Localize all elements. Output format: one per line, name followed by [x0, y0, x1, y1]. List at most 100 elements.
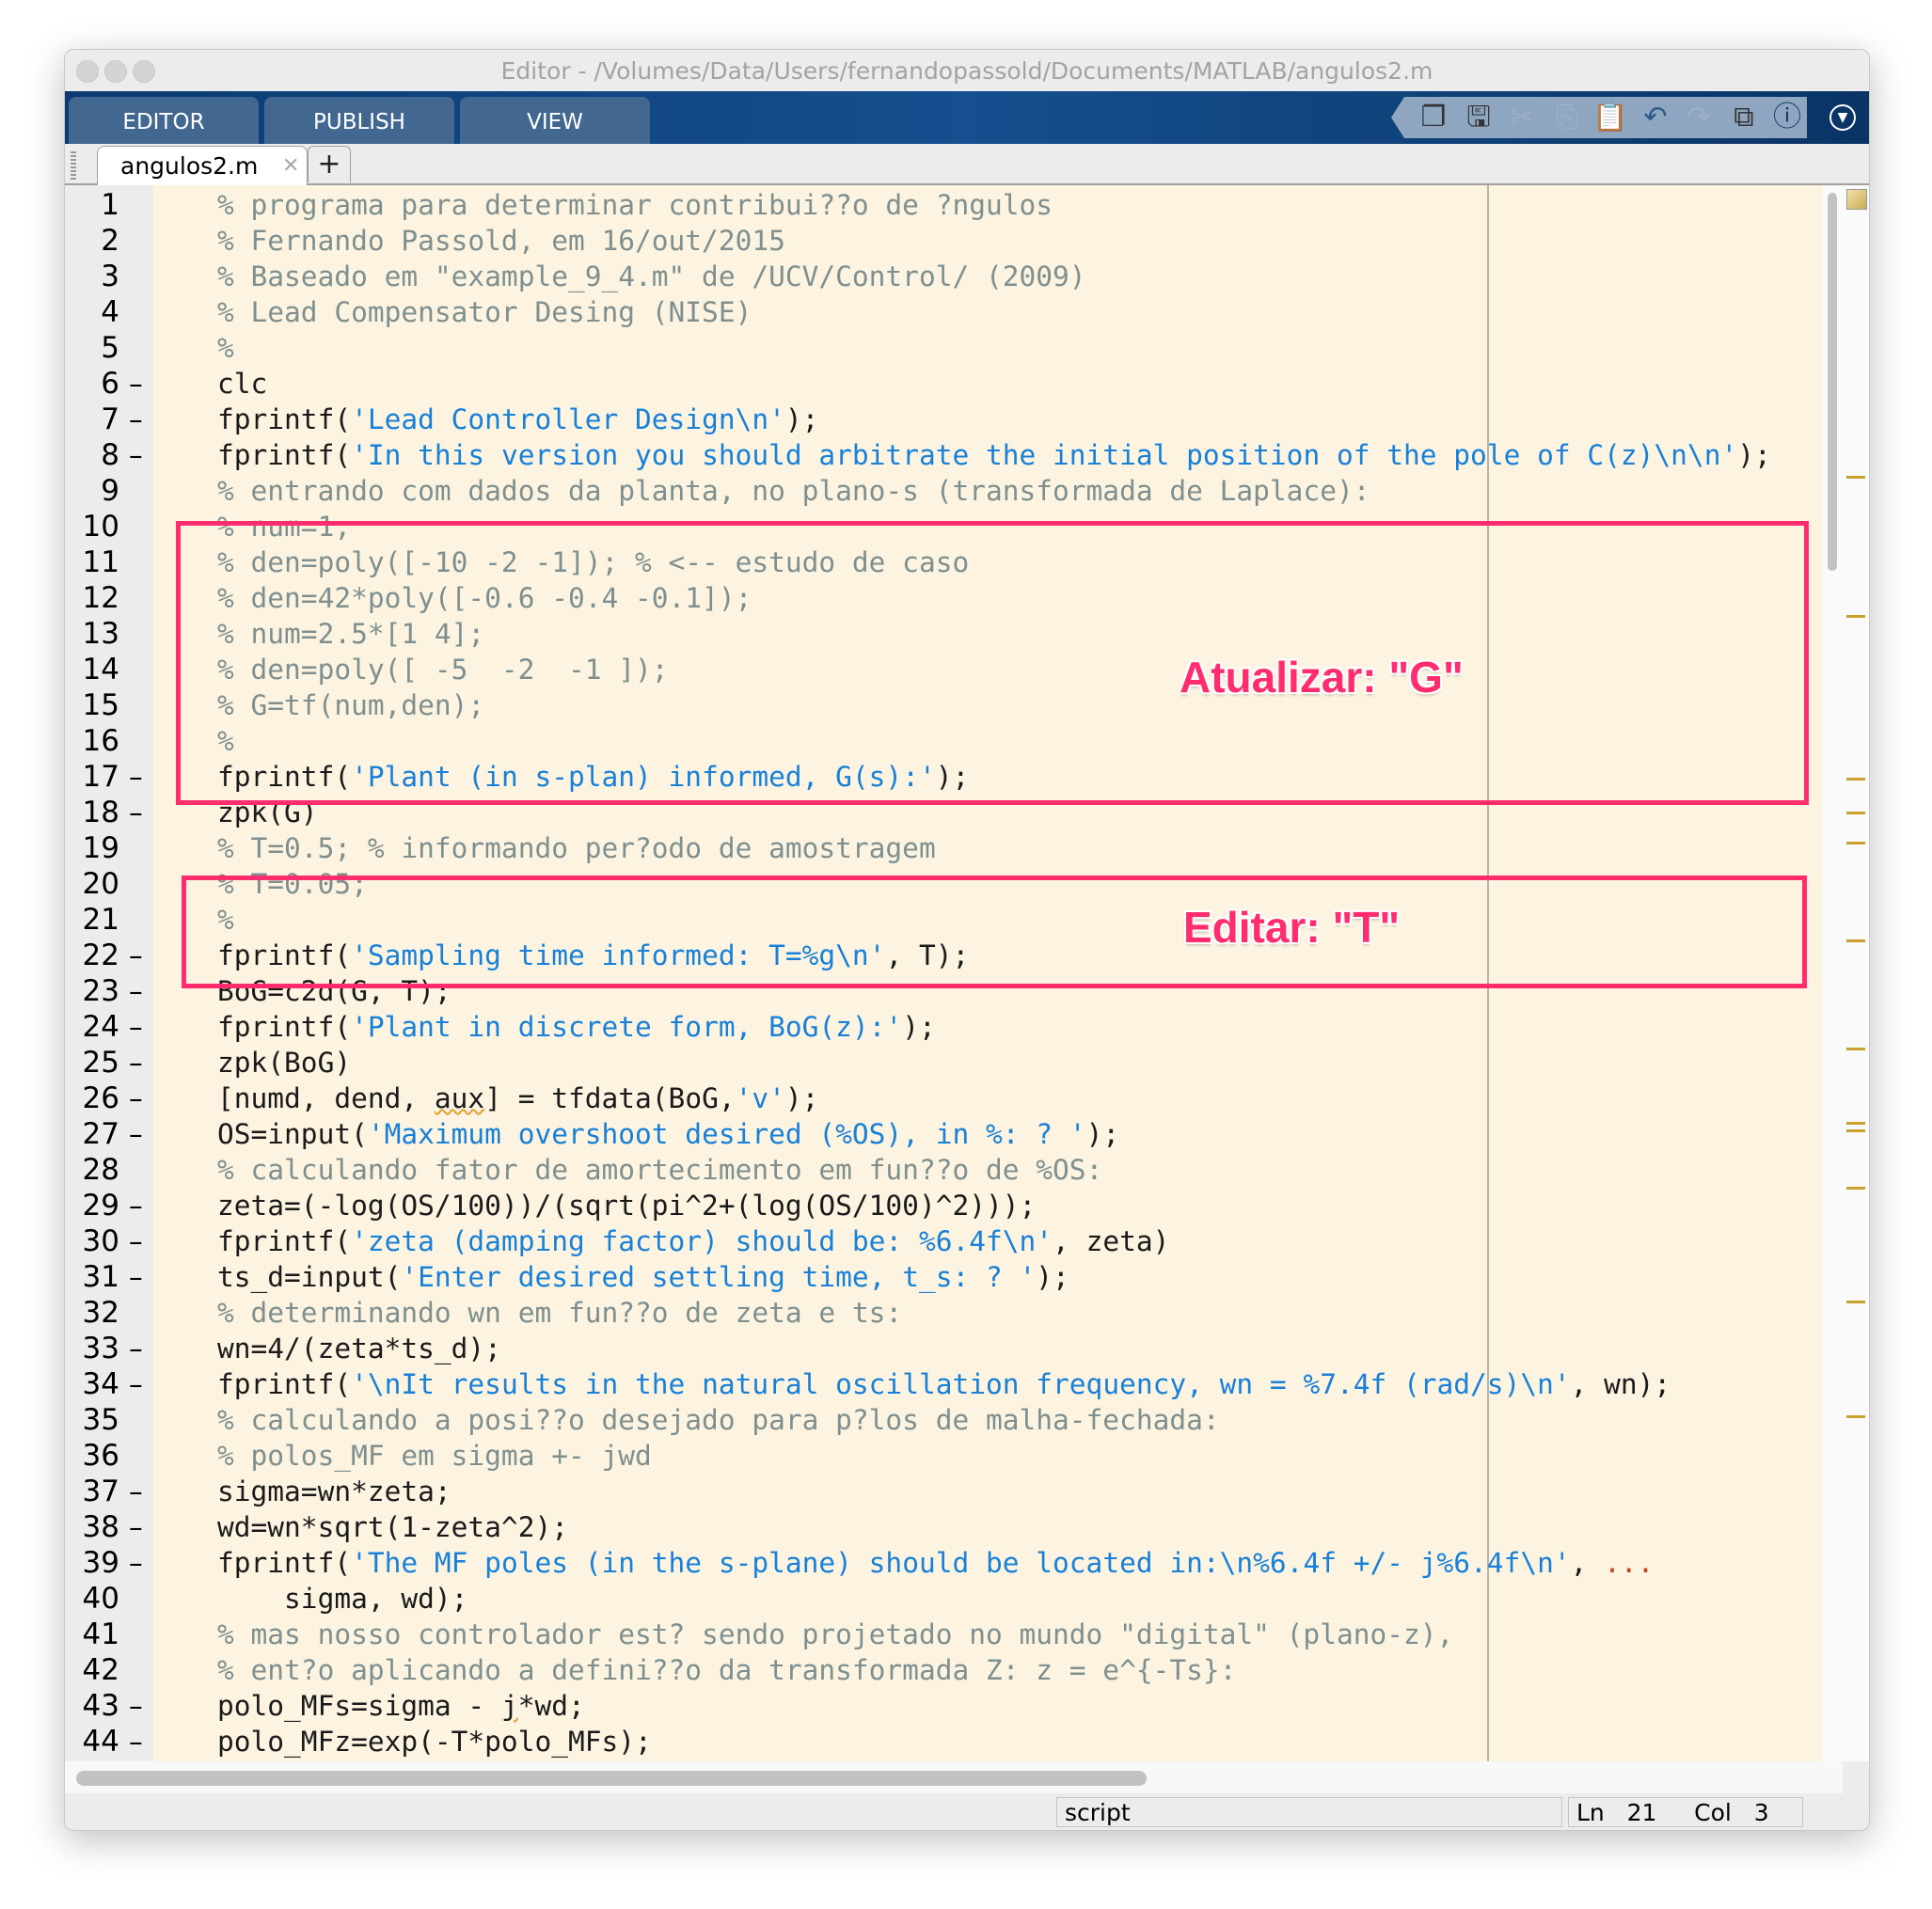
code-line[interactable]: 44– polo_MFz=exp(-T*polo_MFs); — [65, 1724, 1822, 1759]
code-line[interactable]: 9 % entrando com dados da planta, no plan… — [65, 473, 1822, 509]
breakpoint-dash[interactable]: – — [129, 795, 143, 830]
breakpoint-dash[interactable]: – — [129, 1081, 143, 1116]
help-icon[interactable]: ⓘ — [1769, 101, 1805, 134]
line-number[interactable]: 25 — [65, 1045, 119, 1081]
line-number[interactable]: 23 — [65, 973, 119, 1009]
line-number[interactable]: 16 — [65, 723, 119, 759]
code-line[interactable]: 27– OS=input('Maximum overshoot desired (… — [65, 1116, 1822, 1152]
line-number[interactable]: 41 — [65, 1617, 119, 1652]
code-line[interactable]: 40 sigma, wd); — [65, 1581, 1822, 1617]
breakpoint-dash[interactable]: – — [129, 402, 143, 437]
line-number[interactable]: 6 — [65, 366, 119, 402]
code-line[interactable]: 34– fprintf('\nIt results in the natural … — [65, 1366, 1822, 1402]
code-line[interactable]: 6– clc — [65, 366, 1822, 402]
save-icon[interactable]: 🖫 — [1461, 101, 1497, 134]
code-line[interactable]: 33– wn=4/(zeta*ts_d); — [65, 1331, 1822, 1366]
breakpoint-dash[interactable]: – — [129, 1331, 143, 1366]
warning-marker[interactable] — [1846, 1415, 1865, 1418]
line-number[interactable]: 4 — [65, 294, 119, 330]
warning-marker[interactable] — [1846, 939, 1865, 942]
line-number[interactable]: 27 — [65, 1116, 119, 1152]
line-number[interactable]: 28 — [65, 1152, 119, 1188]
code-line[interactable]: 19 % T=0.5; % informando per?odo de amost… — [65, 830, 1822, 866]
file-tab-angulos2[interactable]: angulos2.m ✕ — [97, 146, 308, 186]
warning-marker[interactable] — [1846, 778, 1865, 781]
breakpoint-dash[interactable]: – — [129, 1009, 143, 1045]
warning-marker[interactable] — [1846, 476, 1865, 479]
line-number[interactable]: 35 — [65, 1402, 119, 1438]
horizontal-scrollbar[interactable] — [65, 1761, 1843, 1793]
code-line[interactable]: 2 % Fernando Passold, em 16/out/2015 — [65, 223, 1822, 259]
code-line[interactable]: 37– sigma=wn*zeta; — [65, 1474, 1822, 1509]
line-number[interactable]: 30 — [65, 1223, 119, 1259]
code-line[interactable]: 1 % programa para determinar contribui??o… — [65, 187, 1822, 223]
line-number[interactable]: 7 — [65, 402, 119, 437]
drag-grip-icon[interactable] — [71, 151, 76, 180]
line-number[interactable]: 13 — [65, 616, 119, 652]
code-line[interactable]: 43– polo_MFs=sigma - j*wd; — [65, 1688, 1822, 1724]
line-number[interactable]: 8 — [65, 437, 119, 473]
warning-marker[interactable] — [1846, 812, 1865, 814]
breakpoint-dash[interactable]: – — [129, 1474, 143, 1509]
breakpoint-dash[interactable]: – — [129, 1545, 143, 1581]
warning-marker[interactable] — [1846, 1301, 1865, 1303]
code-line[interactable]: 36 % polos_MF em sigma +- jwd — [65, 1438, 1822, 1474]
breakpoint-dash[interactable]: – — [129, 1223, 143, 1259]
line-number[interactable]: 20 — [65, 866, 119, 902]
code-line[interactable]: 42 % ent?o aplicando a defini??o da trans… — [65, 1652, 1822, 1688]
redo-icon[interactable]: ↷ — [1681, 101, 1717, 134]
line-number[interactable]: 34 — [65, 1366, 119, 1402]
breakpoint-dash[interactable]: – — [129, 938, 143, 973]
code-line[interactable]: 39– fprintf('The MF poles (in the s-plane… — [65, 1545, 1822, 1581]
warning-marker[interactable] — [1846, 842, 1865, 844]
new-live-script-icon[interactable]: ❐ — [1416, 101, 1451, 134]
line-number[interactable]: 21 — [65, 902, 119, 938]
code-line[interactable]: 24– fprintf('Plant in discrete form, BoG(… — [65, 1009, 1822, 1045]
line-number[interactable]: 11 — [65, 544, 119, 580]
close-tab-icon[interactable]: ✕ — [282, 154, 299, 178]
line-number[interactable]: 22 — [65, 938, 119, 973]
breakpoint-dash[interactable]: – — [129, 1188, 143, 1223]
code-line[interactable]: 25– zpk(BoG) — [65, 1045, 1822, 1081]
tab-view[interactable]: VIEW — [460, 97, 650, 144]
line-number[interactable]: 39 — [65, 1545, 119, 1581]
code-line[interactable]: 8– fprintf('In this version you should ar… — [65, 437, 1822, 473]
line-number[interactable]: 43 — [65, 1688, 119, 1724]
expand-toolstrip-icon[interactable]: ▼ — [1829, 104, 1856, 131]
line-number[interactable]: 32 — [65, 1295, 119, 1331]
breakpoint-dash[interactable]: – — [129, 437, 143, 473]
code-line[interactable]: 4 % Lead Compensator Desing (NISE) — [65, 294, 1822, 330]
breakpoint-dash[interactable]: – — [129, 1688, 143, 1724]
switch-windows-icon[interactable]: ⧉ — [1726, 101, 1762, 134]
line-number[interactable]: 14 — [65, 652, 119, 687]
tab-editor[interactable]: EDITOR — [69, 97, 259, 144]
line-number[interactable]: 15 — [65, 687, 119, 723]
analyzer-status-indicator[interactable] — [1846, 189, 1867, 210]
new-tab-button[interactable]: + — [308, 146, 351, 182]
breakpoint-dash[interactable]: – — [129, 1366, 143, 1402]
code-line[interactable]: 29– zeta=(-log(OS/100))/(sqrt(pi^2+(log(O… — [65, 1188, 1822, 1223]
code-line[interactable]: 5% — [65, 330, 1822, 366]
vertical-scroll-thumb[interactable] — [1828, 193, 1837, 571]
code-line[interactable]: 32 % determinando wn em fun??o de zeta e … — [65, 1295, 1822, 1331]
code-editor[interactable]: 1 % programa para determinar contribui??o… — [65, 185, 1822, 1761]
line-number[interactable]: 12 — [65, 580, 119, 616]
code-line[interactable]: 3 % Baseado em "example_9_4.m" de /UCV/Co… — [65, 259, 1822, 294]
code-line[interactable]: 41 % mas nosso controlador est? sendo pro… — [65, 1617, 1822, 1652]
line-number[interactable]: 24 — [65, 1009, 119, 1045]
code-line[interactable]: 7– fprintf('Lead Controller Design\n'); — [65, 402, 1822, 437]
breakpoint-dash[interactable]: – — [129, 1259, 143, 1295]
undo-icon[interactable]: ↶ — [1638, 101, 1673, 134]
line-number[interactable]: 1 — [65, 187, 119, 223]
line-number[interactable]: 5 — [65, 330, 119, 366]
tab-publish[interactable]: PUBLISH — [264, 97, 454, 144]
warning-marker[interactable] — [1846, 1048, 1865, 1050]
line-number[interactable]: 29 — [65, 1188, 119, 1223]
line-number[interactable]: 33 — [65, 1331, 119, 1366]
breakpoint-dash[interactable]: – — [129, 973, 143, 1009]
breakpoint-dash[interactable]: – — [129, 1116, 143, 1152]
breakpoint-dash[interactable]: – — [129, 1509, 143, 1545]
copy-icon[interactable]: ⎘ — [1549, 101, 1585, 134]
horizontal-scroll-thumb[interactable] — [76, 1771, 1147, 1786]
line-number[interactable]: 26 — [65, 1081, 119, 1116]
